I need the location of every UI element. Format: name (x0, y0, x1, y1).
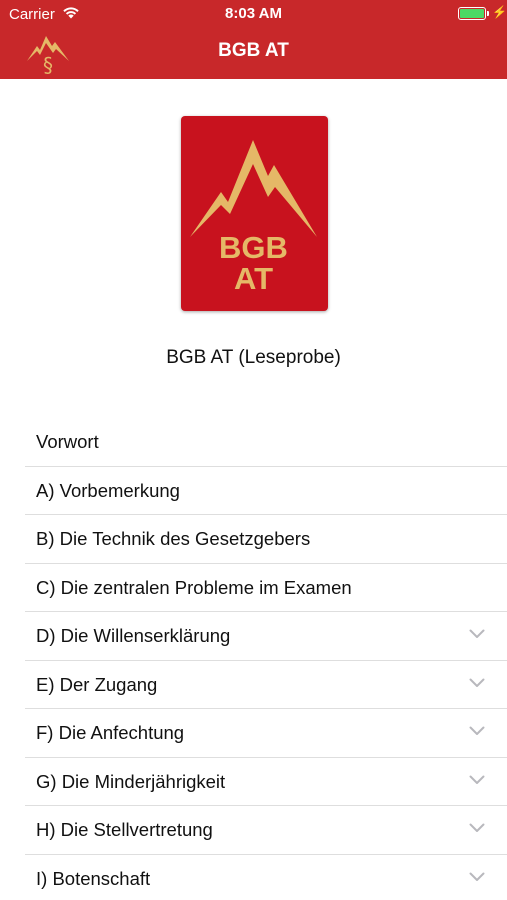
toc-item-d[interactable]: D) Die Willenserklärung (25, 612, 507, 661)
book-title: BGB AT (Leseprobe) (166, 347, 341, 368)
status-bar: Carrier 8:03 AM ⚡ (0, 0, 507, 28)
navigation-bar: Carrier 8:03 AM ⚡ § BGB AT (0, 0, 507, 79)
toc-item-label: Vorwort (36, 431, 99, 452)
charging-bolt-icon: ⚡ (492, 5, 507, 19)
toc-item-e[interactable]: E) Der Zugang (25, 661, 507, 709)
table-of-contents: Vorwort A) Vorbemerkung B) Die Technik d… (25, 418, 507, 900)
toc-item-label: A) Vorbemerkung (36, 479, 180, 501)
toc-item-h[interactable]: H) Die Stellvertretung (25, 806, 507, 855)
battery-cap (487, 11, 489, 16)
chevron-down-icon[interactable] (469, 629, 485, 639)
chevron-down-icon[interactable] (469, 775, 485, 785)
toc-item-label: H) Die Stellvertretung (36, 819, 213, 840)
cover-title-line-2: AT (233, 261, 274, 296)
chevron-down-icon[interactable] (469, 823, 485, 833)
toc-item-vorwort[interactable]: Vorwort (25, 418, 507, 467)
clock: 8:03 AM (225, 5, 282, 22)
toc-item-label: I) Botenschaft (36, 867, 151, 889)
toc-item-label: F) Die Anfechtung (36, 722, 185, 743)
toc-item-label: C) Die zentralen Probleme im Examen (36, 576, 352, 598)
toc-item-f[interactable]: F) Die Anfechtung (25, 709, 507, 758)
toc-item-i[interactable]: I) Botenschaft (25, 855, 507, 900)
battery-level (460, 9, 484, 18)
page-title: BGB AT (218, 40, 289, 61)
toc-item-a[interactable]: A) Vorbemerkung (25, 467, 507, 515)
chevron-down-icon[interactable] (469, 872, 485, 882)
toc-item-label: B) Die Technik des Gesetzgebers (36, 528, 311, 549)
toc-item-b[interactable]: B) Die Technik des Gesetzgebers (25, 515, 507, 564)
toc-item-label: E) Der Zugang (36, 673, 158, 695)
chevron-down-icon[interactable] (469, 726, 485, 736)
toc-item-g[interactable]: G) Die Minderjährigkeit (25, 758, 507, 806)
chevron-down-icon[interactable] (469, 678, 485, 688)
cover-title-line-1: BGB (219, 230, 288, 265)
toc-item-label: G) Die Minderjährigkeit (36, 770, 226, 792)
toc-item-label: D) Die Willenserklärung (36, 625, 231, 646)
battery-icon (458, 7, 486, 20)
toc-item-c[interactable]: C) Die zentralen Probleme im Examen (25, 564, 507, 612)
